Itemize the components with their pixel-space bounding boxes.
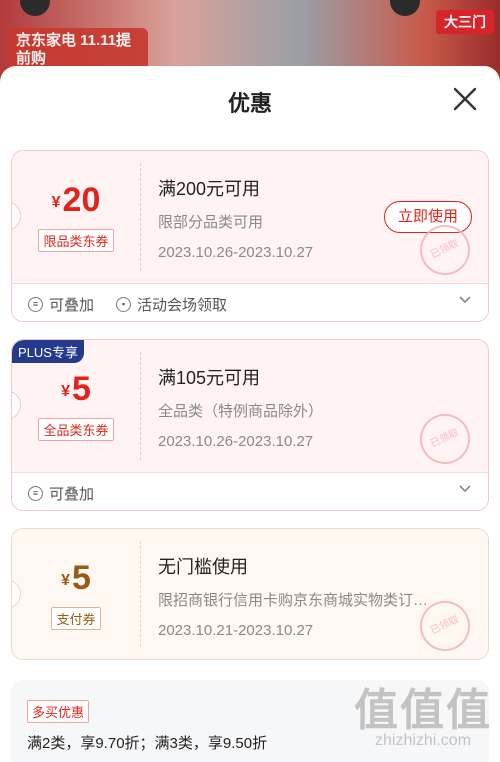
coupon-features[interactable]: ≡ 可叠加 ▪ 活动会场领取: [12, 283, 488, 321]
promo-text: 满2类，享9.70折；满3类，享9.50折: [27, 735, 268, 752]
coupon-condition: 无门槛使用: [158, 557, 248, 577]
close-icon[interactable]: [452, 86, 478, 112]
sheet-title: 优惠: [227, 91, 272, 116]
coupon-divider: [140, 163, 141, 271]
coupon-scope: 全品类（特例商品除外）: [158, 403, 324, 420]
background-badge: 大三门: [436, 10, 494, 34]
coupon-amount: ¥5: [61, 559, 91, 597]
coupon-card[interactable]: ¥20 限品类东券 满200元可用 限部分品类可用 2023.10.26-202…: [11, 150, 489, 322]
coupon-divider: [140, 352, 141, 460]
coupon-amount: ¥20: [51, 181, 101, 219]
ticket-icon: ▪: [116, 297, 131, 312]
promo-tag: 多买优惠: [27, 700, 90, 723]
site-watermark: 值值值 zhizhizhi.com: [354, 686, 492, 749]
plus-exclusive-badge: PLUS专享: [12, 340, 84, 363]
coupon-divider: [140, 541, 141, 647]
coupon-condition: 满200元可用: [158, 179, 261, 199]
coupon-type-tag: 支付券: [51, 607, 101, 630]
coupon-features[interactable]: ≡ 可叠加: [12, 472, 488, 510]
coupon-card[interactable]: ¥5 支付券 无门槛使用 限招商银行信用卡购京东商城实物类订… 2023.10.…: [11, 528, 489, 660]
chevron-down-icon[interactable]: [458, 482, 472, 496]
coupon-scope: 限招商银行信用卡购京东商城实物类订…: [158, 592, 429, 609]
stack-icon: ≡: [28, 297, 43, 312]
coupon-type-tag: 全品类东券: [38, 418, 114, 441]
coupon-amount: ¥5: [61, 370, 91, 408]
stackable-feature: ≡ 可叠加: [28, 483, 94, 504]
venue-claim-feature: ▪ 活动会场领取: [116, 294, 227, 315]
coupon-type-tag: 限品类东券: [38, 229, 114, 252]
coupon-condition: 满105元可用: [158, 368, 261, 388]
stackable-feature: ≡ 可叠加: [28, 294, 94, 315]
chevron-down-icon[interactable]: [458, 293, 472, 307]
coupon-card[interactable]: PLUS专享 ¥5 全品类东券 满105元可用 全品类（特例商品除外） 2023…: [11, 339, 489, 511]
stack-icon: ≡: [28, 486, 43, 501]
